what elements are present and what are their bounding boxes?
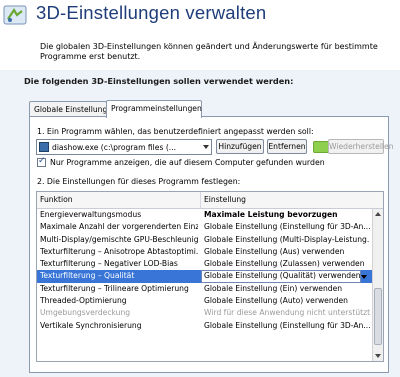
setting-name: Texturfilterung – Anisotrope Abtastoptim… <box>40 246 198 256</box>
table-row[interactable]: Vertikale Synchronisierung Globale Einst… <box>37 320 373 332</box>
step2-label: 2. Die Einstellungen für dieses Programm… <box>37 177 241 186</box>
setting-value: Globale Einstellung (Einstellung für 3D-… <box>204 320 370 330</box>
chevron-down-icon[interactable] <box>201 140 211 154</box>
setting-value: Wird für diese Anwendung nicht unterstüt… <box>204 308 370 318</box>
nvidia-panel-icon <box>3 5 27 25</box>
program-select[interactable]: diashow.exe (c:\program files (... <box>36 139 212 155</box>
vertical-scrollbar[interactable] <box>372 209 383 361</box>
setting-value: Globale Einstellung (Einstellung für 3D-… <box>204 222 370 232</box>
installed-only-checkbox[interactable] <box>37 156 46 167</box>
setting-value: Globale Einstellung (Zulassen) verwenden <box>204 259 365 269</box>
restore-icon <box>313 141 329 153</box>
setting-name: Texturfilterung – Qualität <box>40 271 135 281</box>
add-button[interactable]: Hinzufügen <box>216 139 264 154</box>
header: 3D-Einstellungen verwalten <box>0 0 400 31</box>
table-row[interactable]: Texturfilterung – Anisotrope Abtastoptim… <box>37 246 373 258</box>
table-row[interactable]: Umgebungsverdeckung Wird für diese Anwen… <box>37 307 373 319</box>
table-row-selected[interactable]: Texturfilterung – Qualität Globale Einst… <box>37 270 373 283</box>
installed-only-checkbox-row[interactable]: Nur Programme anzeigen, die auf diesem C… <box>37 156 325 167</box>
column-header-function[interactable]: Funktion <box>40 192 73 208</box>
column-divider[interactable] <box>200 192 201 208</box>
setting-name: Umgebungsverdeckung <box>40 308 131 318</box>
restore-button[interactable]: Wiederherstellen <box>328 139 394 154</box>
installed-only-label: Nur Programme anzeigen, die auf diesem C… <box>50 158 325 167</box>
table-rows: Energieverwaltungsmodus Maximale Leistun… <box>37 209 373 332</box>
setting-name: Texturfilterung – Negativer LOD-Bias <box>40 259 178 269</box>
setting-name: Texturfilterung – Trilineare Optimierung <box>40 283 189 293</box>
intro-text: Die globalen 3D-Einstellungen können geä… <box>40 42 378 61</box>
chevron-down-icon[interactable] <box>359 272 369 281</box>
settings-table: Funktion Einstellung Energieverwaltungsm… <box>36 191 384 362</box>
table-row[interactable]: Texturfilterung – Trilineare Optimierung… <box>37 283 373 295</box>
step1-label: 1. Ein Programm wählen, das benutzerdefi… <box>37 127 314 136</box>
table-row[interactable]: Maximale Anzahl der vorgerenderten Einz.… <box>37 221 373 233</box>
table-header: Funktion Einstellung <box>37 192 383 209</box>
program-icon <box>39 142 49 152</box>
scroll-up-icon[interactable] <box>374 210 382 218</box>
setting-name: Multi-Display/gemischte GPU-Beschleunigu… <box>40 234 198 244</box>
setting-value: Globale Einstellung (Multi-Display-Leist… <box>204 234 370 244</box>
table-row[interactable]: Energieverwaltungsmodus Maximale Leistun… <box>37 209 373 221</box>
page-title: 3D-Einstellungen verwalten <box>36 2 267 23</box>
setting-name: Threaded-Optimierung <box>40 296 127 306</box>
setting-value: Globale Einstellung (Aus) verwenden <box>204 246 345 256</box>
table-row[interactable]: Threaded-Optimierung Globale Einstellung… <box>37 295 373 307</box>
scroll-down-icon[interactable] <box>374 352 382 360</box>
scrollbar-thumb[interactable] <box>374 288 382 345</box>
table-row[interactable]: Multi-Display/gemischte GPU-Beschleunigu… <box>37 234 373 246</box>
column-header-setting[interactable]: Einstellung <box>204 192 246 208</box>
tab-global-settings[interactable]: Globale Einstellungen <box>29 101 117 117</box>
tab-program-settings[interactable]: Programmeinstellungen <box>106 100 202 118</box>
setting-name: Energieverwaltungsmodus <box>40 210 142 219</box>
setting-value: Maximale Leistung bevorzugen <box>204 210 338 219</box>
setting-name: Vertikale Synchronisierung <box>40 320 142 330</box>
setting-value: Globale Einstellung (Auto) verwenden <box>204 296 348 306</box>
table-row[interactable]: Texturfilterung – Negativer LOD-Bias Glo… <box>37 258 373 270</box>
remove-button[interactable]: Entfernen <box>267 139 307 154</box>
setting-value-dropdown[interactable]: Globale Einstellung (Qualität) verwenden <box>201 270 361 283</box>
section-title: Die folgenden 3D-Einstellungen sollen ve… <box>24 76 294 86</box>
program-select-value: diashow.exe (c:\program files (... <box>52 142 177 152</box>
setting-value: Globale Einstellung (Ein) verwenden <box>204 283 343 293</box>
setting-name: Maximale Anzahl der vorgerenderten Einz.… <box>40 222 198 232</box>
